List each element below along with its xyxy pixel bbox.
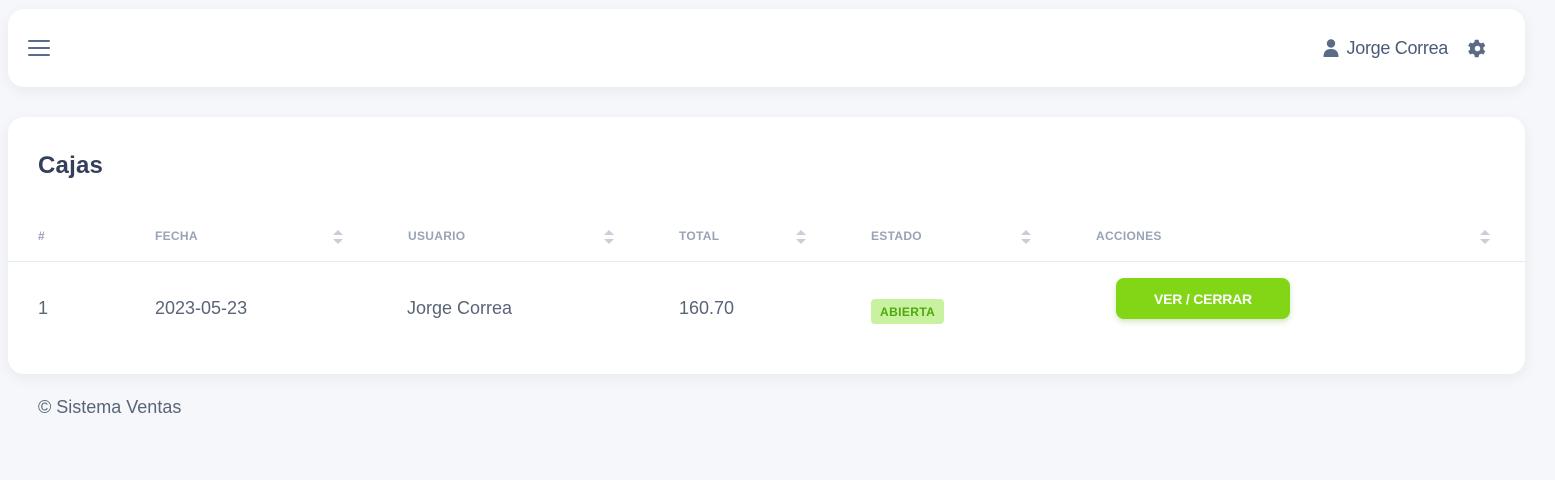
cell-usuario: Jorge Correa bbox=[407, 298, 513, 318]
cell-total: 160.70 bbox=[679, 298, 735, 318]
page-title: Cajas bbox=[38, 152, 104, 179]
table-header: # FECHA USUARIO TOTAL ESTADO ACCIONES bbox=[8, 217, 1525, 262]
sort-icon[interactable] bbox=[1021, 229, 1031, 247]
sort-icon[interactable] bbox=[1480, 229, 1490, 247]
column-header-estado[interactable]: ESTADO bbox=[871, 229, 922, 243]
column-header-id[interactable]: # bbox=[38, 229, 45, 243]
sort-icon[interactable] bbox=[796, 229, 806, 247]
column-header-acciones[interactable]: ACCIONES bbox=[1096, 229, 1162, 243]
column-header-fecha[interactable]: FECHA bbox=[155, 229, 198, 243]
cell-id: 1 bbox=[38, 298, 49, 318]
user-menu[interactable]: Jorge Correa bbox=[1323, 37, 1448, 59]
user-icon bbox=[1323, 39, 1339, 57]
cell-fecha: 2023-05-23 bbox=[155, 298, 248, 318]
footer-copyright: © Sistema Ventas bbox=[38, 397, 182, 417]
cajas-card: Cajas # FECHA USUARIO TOTAL ESTADO ACCIO… bbox=[8, 117, 1525, 374]
sort-icon[interactable] bbox=[333, 229, 343, 247]
menu-icon[interactable] bbox=[28, 40, 50, 56]
sort-icon[interactable] bbox=[604, 229, 614, 247]
status-badge: ABIERTA bbox=[871, 299, 945, 324]
column-header-total[interactable]: TOTAL bbox=[679, 229, 719, 243]
gear-icon[interactable] bbox=[1468, 39, 1487, 58]
ver-cerrar-button[interactable]: VER / CERRAR bbox=[1116, 278, 1290, 319]
user-name: Jorge Correa bbox=[1346, 37, 1449, 58]
top-navbar: Jorge Correa bbox=[8, 9, 1525, 87]
column-header-usuario[interactable]: USUARIO bbox=[408, 229, 465, 243]
